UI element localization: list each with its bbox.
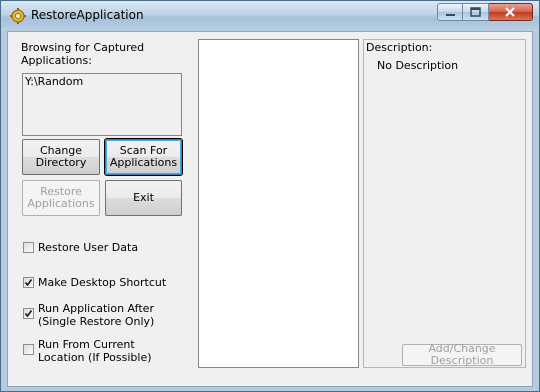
- make-desktop-shortcut-checkbox[interactable]: [23, 277, 34, 288]
- maximize-icon: [470, 7, 481, 17]
- run-from-current-location-label: Run From Current Location (If Possible): [38, 338, 152, 364]
- change-directory-button[interactable]: Change Directory: [22, 139, 100, 175]
- run-from-current-location-checkbox[interactable]: [23, 344, 34, 355]
- browsing-label: Browsing for Captured Applications:: [21, 41, 145, 67]
- applications-list[interactable]: [198, 39, 359, 368]
- close-icon: [505, 7, 515, 17]
- gear-icon: [10, 8, 26, 24]
- close-button[interactable]: [489, 3, 533, 21]
- window-title: RestoreApplication: [31, 8, 144, 22]
- description-header: Description:: [366, 41, 433, 54]
- run-application-after-checkbox[interactable]: [23, 308, 34, 319]
- restore-user-data-checkbox[interactable]: [23, 242, 34, 253]
- exit-button[interactable]: Exit: [105, 180, 182, 216]
- checkmark-icon: [24, 310, 33, 318]
- window-controls: [437, 3, 533, 21]
- checkmark-icon: [24, 279, 33, 287]
- list-item[interactable]: Y:\Random: [25, 75, 83, 88]
- maximize-button[interactable]: [463, 3, 489, 21]
- run-application-after-label: Run Application After (Single Restore On…: [38, 302, 155, 328]
- title-bar[interactable]: RestoreApplication: [1, 1, 539, 31]
- minimize-button[interactable]: [437, 3, 463, 21]
- directory-list[interactable]: Y:\Random: [22, 73, 182, 136]
- restore-application-window: RestoreApplication Browsing for Captured…: [0, 0, 540, 392]
- restore-applications-button[interactable]: Restore Applications: [22, 180, 100, 216]
- client-area: Browsing for Captured Applications: Y:\R…: [7, 31, 533, 387]
- minimize-icon: [446, 14, 455, 16]
- scan-for-applications-button[interactable]: Scan For Applications: [105, 139, 182, 175]
- restore-user-data-label: Restore User Data: [38, 241, 139, 254]
- description-panel: Description: No Description Add/Change D…: [363, 39, 526, 368]
- make-desktop-shortcut-label: Make Desktop Shortcut: [38, 276, 167, 289]
- add-change-description-button[interactable]: Add/Change Description: [402, 343, 522, 367]
- description-text: No Description: [377, 59, 459, 72]
